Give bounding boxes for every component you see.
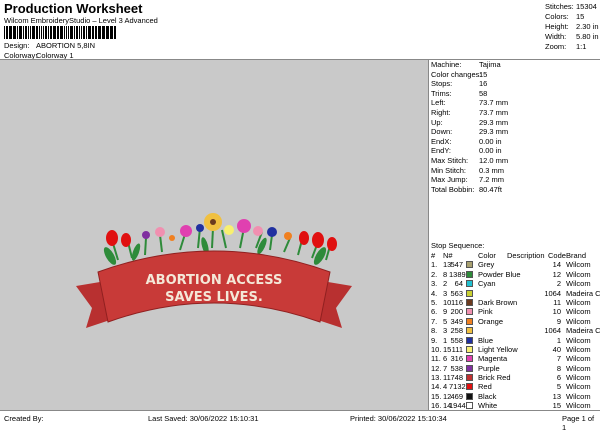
color-swatch — [466, 374, 473, 382]
design-label: Design: — [4, 41, 30, 50]
stop-sequence-row: 5. 10 116 Dark Brown 11 Wilcom — [431, 297, 591, 307]
info-row: Machine: Tajima — [431, 60, 501, 69]
stop-sequence-row: 9. 1 558 Blue 1 Wilcom — [431, 335, 591, 345]
color-swatch — [466, 355, 473, 363]
stop-sequence-row: 3. 2 64 Cyan 2 Wilcom — [431, 279, 591, 289]
info-row: Right: 73.7 mm — [431, 107, 509, 117]
color-swatch — [466, 261, 473, 269]
color-swatch — [466, 345, 473, 353]
stop-sequence-row: 4.35631064Madeira Classic 40 — [431, 288, 600, 298]
color-swatch — [466, 383, 473, 391]
info-row: Down: 29.3 mm — [431, 127, 509, 137]
color-swatch — [466, 270, 473, 278]
page-title: Production Worksheet — [4, 1, 143, 16]
stats-panel: Stitches: 15304 Colors: 15 Height: 2.30 in … — [545, 2, 600, 52]
stop-sequence-header: # N# Color Description Code Brand — [431, 251, 587, 260]
color-swatch — [466, 308, 473, 316]
worksheet-header: Production Worksheet Wilcom EmbroiderySt… — [0, 0, 600, 60]
info-row: EndY: 0.00 in — [431, 146, 502, 156]
color-swatch — [466, 327, 473, 335]
color-swatch — [466, 364, 473, 372]
printed-date: Printed: 30/06/2022 15:10:34 — [350, 414, 447, 423]
color-swatch — [466, 317, 473, 325]
banner-text-line1: ABORTION ACCESS — [146, 273, 283, 288]
stat-row: Stitches: 15304 — [545, 2, 597, 11]
stop-sequence-row: 8.32581064Madeira Classic 40 — [431, 326, 600, 336]
info-row: Total Bobbin: 80.47ft — [431, 184, 502, 194]
stat-row: Colors: 15 — [545, 12, 585, 21]
banner-text-line2: SAVES LIVES. — [165, 290, 263, 305]
stop-sequence-title: Stop Sequence: — [431, 241, 485, 250]
page-number: Page 1 of 1 — [562, 414, 595, 432]
info-row: Trims: 58 — [431, 88, 488, 98]
stop-sequence-row: 1. 13 547 Grey 14 Wilcom — [431, 260, 591, 270]
design-canvas[interactable]: ABORTION ACCESS SAVES LIVES. — [0, 60, 428, 410]
last-saved: Last Saved: 30/06/2022 15:10:31 — [148, 414, 259, 423]
color-swatch — [466, 402, 473, 410]
info-row: Left: 73.7 mm — [431, 98, 509, 108]
machine-info-panel: Machine: Tajima Color changes: 15 Stops: 16 Tr… — [429, 60, 600, 194]
stop-sequence-row: 12. 7 538 Purple 8 Wilcom — [431, 363, 591, 373]
design-value: ABORTION 5,8IN — [36, 41, 96, 50]
barcode-image — [4, 26, 116, 39]
stat-row: Zoom: 1:1 — [545, 42, 587, 51]
stop-sequence-row: 14. 4 7132 Red 5 Wilcom — [431, 382, 591, 392]
color-swatch — [466, 289, 473, 297]
stop-sequence-row: 11. 6 316 Magenta 7 Wilcom — [431, 354, 591, 364]
color-swatch — [466, 280, 473, 288]
stop-sequence-row: 7. 5 349 Orange 9 Wilcom — [431, 316, 591, 326]
software-subtitle: Wilcom EmbroideryStudio – Level 3 Advanc… — [4, 16, 158, 25]
stop-sequence-row: 13. 11 748 Brick Red 6 Wilcom — [431, 373, 591, 383]
stop-sequence-table: # N# Color Description Code Brand 1. 13 54… — [429, 251, 600, 411]
info-row: Max Jump: 7.2 mm — [431, 175, 505, 185]
stop-sequence-row: 2. 8 1389 Powder Blue 12 Wilcom — [431, 269, 591, 279]
stop-sequence-row: 15. 12 469 Black 13 Wilcom — [431, 391, 591, 401]
stat-row: Height: 2.30 in — [545, 22, 599, 31]
color-swatch — [466, 336, 473, 344]
info-row: Up: 29.3 mm — [431, 117, 509, 127]
info-row: Color changes: 15 — [431, 69, 488, 79]
stop-sequence-row: 6. 9 200 Pink 10 Wilcom — [431, 307, 591, 317]
info-row: Stops: 16 — [431, 79, 488, 89]
info-row: Min Stitch: 0.3 mm — [431, 165, 505, 175]
info-row: EndX: 0.00 in — [431, 136, 502, 146]
color-swatch — [466, 298, 473, 306]
created-by: Created By: — [4, 414, 44, 423]
worksheet-footer: Created By: Last Saved: 30/06/2022 15:10… — [0, 410, 600, 432]
stat-row: Width: 5.80 in — [545, 32, 599, 41]
embroidery-design-image: ABORTION ACCESS SAVES LIVES. — [76, 213, 352, 328]
info-row: Max Stitch: 12.0 mm — [431, 155, 509, 165]
stop-sequence-row: 10. 15 111 Light Yellow 40 Wilcom — [431, 344, 591, 354]
color-swatch — [466, 392, 473, 400]
